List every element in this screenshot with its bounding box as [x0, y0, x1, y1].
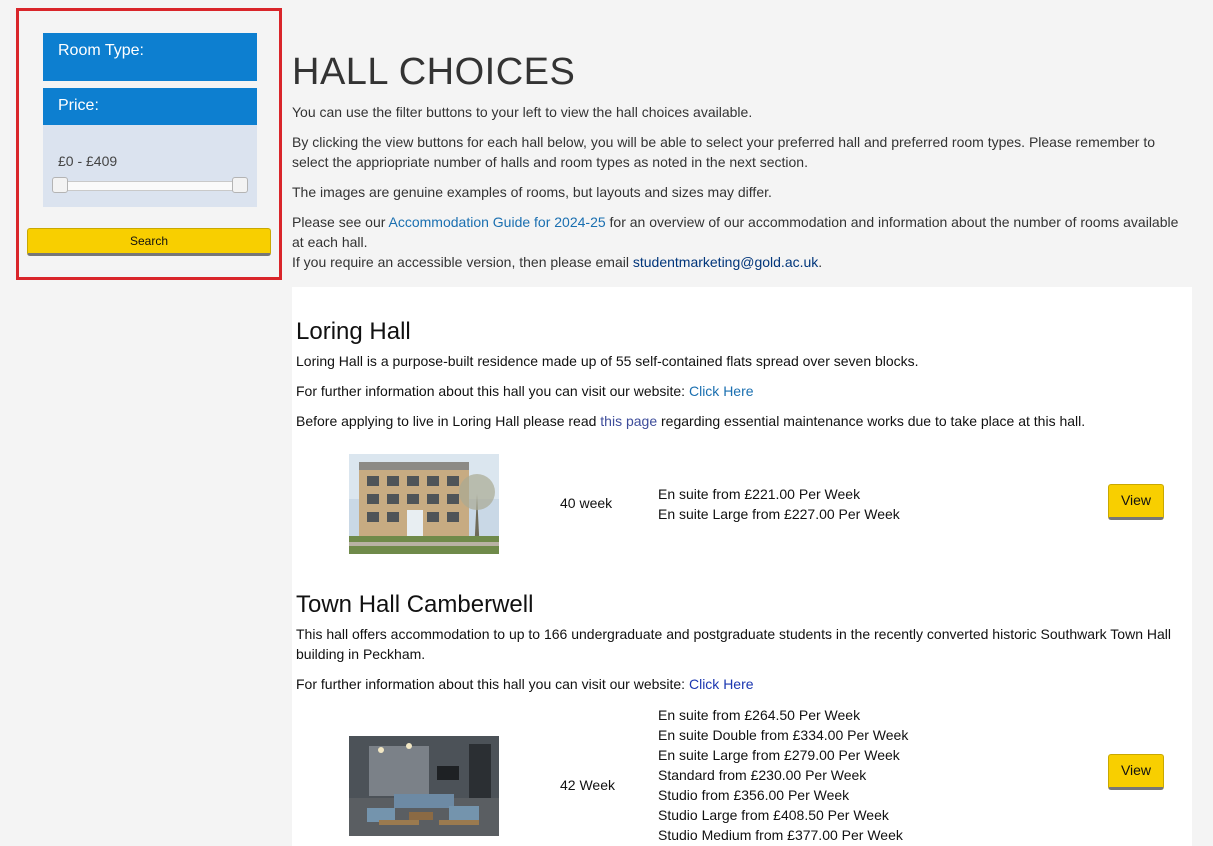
hall-photo — [349, 736, 499, 836]
contract-length: 40 week — [560, 495, 613, 511]
hall-notice-prefix: Before applying to live in Loring Hall p… — [296, 413, 601, 429]
hall-list: Loring Hall Loring Hall is a purpose-bui… — [292, 287, 1192, 846]
hall-notice: Before applying to live in Loring Hall p… — [296, 411, 1188, 431]
page-title: HALL CHOICES — [292, 51, 576, 93]
main-content: HALL CHOICES You can use the filter butt… — [292, 50, 1192, 272]
intro-text: You can use the filter buttons to your l… — [292, 102, 1192, 272]
search-button[interactable]: Search — [27, 228, 271, 256]
hall-card: Loring Hall Loring Hall is a purpose-bui… — [296, 317, 1188, 554]
price-slider-max-handle[interactable] — [232, 177, 248, 193]
hall-info: For further information about this hall … — [296, 674, 1188, 694]
hall-room-row: 40 week En suite from £221.00 Per Week E… — [296, 454, 1188, 554]
hall-description: Loring Hall is a purpose-built residence… — [296, 353, 919, 369]
filter-panel: Room Type: Price: £0 - £409 Search — [16, 8, 282, 280]
room-price: En suite Large from £227.00 Per Week — [658, 506, 900, 522]
access-suffix: . — [818, 254, 823, 270]
hall-info-prefix: For further information about this hall … — [296, 383, 689, 399]
room-price: Standard from £230.00 Per Week — [658, 767, 867, 783]
contract-length: 42 Week — [560, 777, 615, 793]
room-price: Studio from £356.00 Per Week — [658, 787, 850, 803]
hall-description: This hall offers accommodation to up to … — [296, 626, 1171, 662]
price-label: Price: — [58, 97, 99, 114]
intro-paragraph: You can use the filter buttons to your l… — [292, 104, 753, 120]
intro-paragraph: The images are genuine examples of rooms… — [292, 184, 772, 200]
room-price: Studio Large from £408.50 Per Week — [658, 807, 889, 823]
room-price: Studio Medium from £377.00 Per Week — [658, 827, 903, 843]
hall-name: Loring Hall — [296, 318, 411, 345]
accommodation-guide-link[interactable]: Accommodation Guide for 2024-25 — [389, 214, 606, 230]
intro-paragraph: By clicking the view buttons for each ha… — [292, 134, 1155, 170]
view-hall-button[interactable]: View — [1108, 484, 1164, 520]
room-price: En suite from £221.00 Per Week — [658, 486, 861, 502]
price-filter-body: £0 - £409 — [43, 125, 257, 207]
hall-name: Town Hall Camberwell — [296, 591, 534, 618]
price-filter-header[interactable]: Price: — [43, 88, 257, 125]
room-type-label: Room Type: — [58, 42, 144, 59]
email-link[interactable]: studentmarketing@gold.ac.uk — [633, 254, 818, 270]
access-prefix: If you require an accessible version, th… — [292, 254, 633, 270]
hall-notice-suffix: regarding essential maintenance works du… — [657, 413, 1086, 429]
price-range-text: £0 - £409 — [58, 153, 118, 169]
room-prices: En suite from £221.00 Per Week En suite … — [658, 484, 900, 524]
room-prices: En suite from £264.50 Per Week En suite … — [658, 705, 908, 845]
hall-website-link[interactable]: Click Here — [689, 676, 754, 692]
room-type-filter-header[interactable]: Room Type: — [43, 33, 257, 81]
hall-photo — [349, 454, 499, 554]
hall-info-prefix: For further information about this hall … — [296, 676, 689, 692]
hall-website-link[interactable]: Click Here — [689, 383, 754, 399]
room-price: En suite Double from £334.00 Per Week — [658, 727, 909, 743]
hall-card: Town Hall Camberwell This hall offers ac… — [296, 590, 1188, 843]
view-hall-button[interactable]: View — [1108, 754, 1164, 790]
price-slider-track[interactable] — [55, 181, 245, 191]
hall-room-row: 42 Week En suite from £264.50 Per Week E… — [296, 707, 1188, 846]
hall-info: For further information about this hall … — [296, 381, 1188, 401]
price-slider-min-handle[interactable] — [52, 177, 68, 193]
maintenance-page-link[interactable]: this page — [600, 413, 657, 429]
accessibility-paragraph: If you require an accessible version, th… — [292, 252, 1192, 272]
guide-paragraph: Please see our Accommodation Guide for 2… — [292, 212, 1192, 252]
guide-prefix: Please see our — [292, 214, 389, 230]
room-price: En suite from £264.50 Per Week — [658, 707, 861, 723]
room-price: En suite Large from £279.00 Per Week — [658, 747, 900, 763]
